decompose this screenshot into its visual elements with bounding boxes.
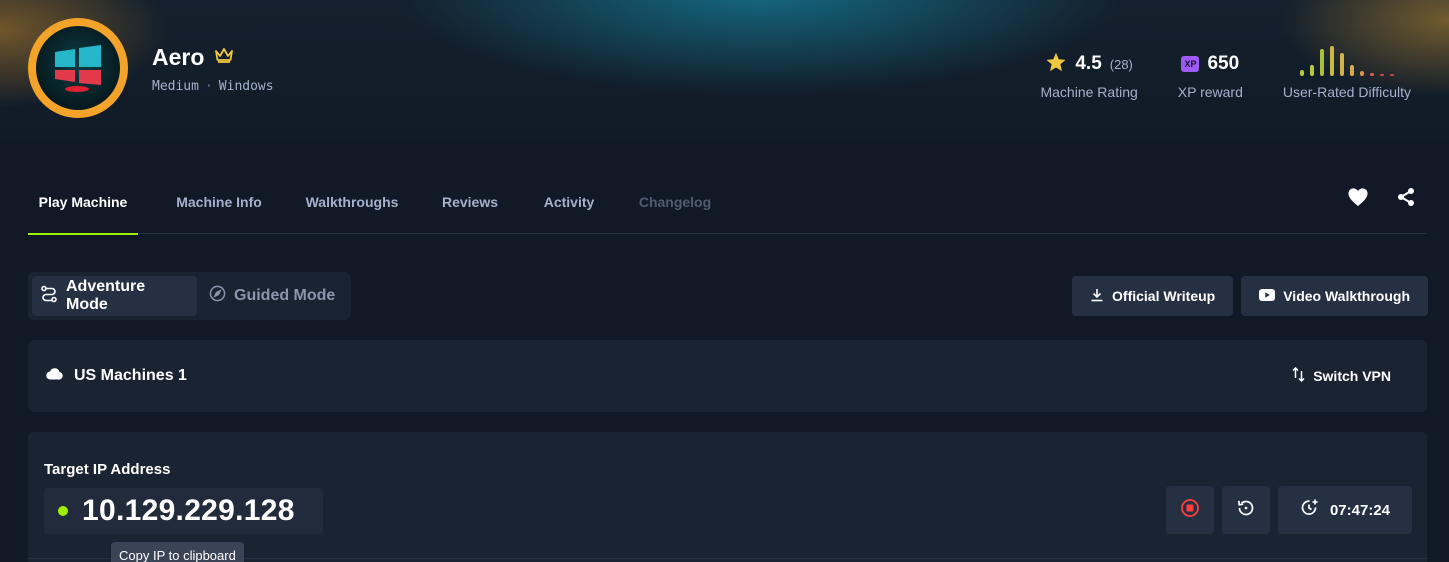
tab-changelog: Changelog: [638, 194, 712, 210]
rating-count: (28): [1109, 56, 1133, 72]
os-text: Windows: [218, 79, 274, 94]
star-icon: [1045, 52, 1067, 77]
tab-activity[interactable]: Activity: [534, 170, 604, 234]
favorite-heart-icon[interactable]: [1345, 184, 1371, 210]
switch-vpn-label: Switch VPN: [1313, 368, 1391, 384]
windows-logo-icon: [36, 26, 120, 110]
xp-icon: XP: [1181, 56, 1200, 72]
mode-switch: Adventure Mode Guided Mode: [28, 272, 351, 320]
crown-icon: [214, 47, 234, 68]
route-icon: [40, 285, 58, 308]
machine-rating-stat: 4.5 (28) Machine Rating: [1040, 52, 1138, 100]
tab-play-machine[interactable]: Play Machine: [28, 170, 138, 235]
target-ip-copy[interactable]: 10.129.229.128: [44, 488, 323, 534]
share-icon[interactable]: [1393, 184, 1419, 210]
adventure-mode-button[interactable]: Adventure Mode: [32, 276, 197, 316]
tab-reviews[interactable]: Reviews: [432, 170, 508, 234]
difficulty-bar: [1379, 74, 1384, 76]
reset-machine-button[interactable]: [1221, 486, 1270, 534]
difficulty-bar: [1339, 53, 1344, 76]
online-status-dot: [58, 506, 68, 516]
machine-meta: Medium · Windows: [152, 79, 274, 94]
vpn-card: US Machines 1 Switch VPN: [28, 340, 1427, 412]
difficulty-bar: [1309, 65, 1314, 76]
rating-label: Machine Rating: [1040, 84, 1138, 100]
extend-time-button[interactable]: 07:47:24: [1277, 486, 1412, 534]
target-ip-label: Target IP Address: [44, 461, 171, 478]
xp-label: XP reward: [1177, 84, 1243, 100]
machine-tabs: Play Machine Machine Info Walkthroughs R…: [28, 170, 1427, 235]
tab-walkthroughs[interactable]: Walkthroughs: [296, 170, 408, 234]
youtube-icon: [1259, 288, 1276, 304]
video-walkthrough-label: Video Walkthrough: [1283, 288, 1410, 304]
official-writeup-button[interactable]: Official Writeup: [1072, 276, 1234, 316]
difficulty-text: Medium: [152, 79, 199, 94]
copy-ip-tooltip: Copy IP to clipboard: [111, 542, 244, 562]
machine-title-block: Aero Medium · Windows: [152, 44, 274, 94]
official-writeup-label: Official Writeup: [1112, 288, 1216, 304]
difficulty-bar: [1349, 65, 1354, 76]
timer-plus-icon: [1300, 498, 1320, 522]
cloud-icon: [46, 367, 64, 385]
machine-avatar: [28, 18, 128, 118]
stop-icon: [1180, 498, 1200, 523]
reset-icon: [1236, 498, 1256, 523]
machine-stats: 4.5 (28) Machine Rating XP 650 XP reward…: [1040, 46, 1411, 100]
machine-name: Aero: [152, 44, 205, 70]
difficulty-bar: [1369, 73, 1374, 76]
compass-icon: [209, 285, 226, 307]
xp-reward-stat: XP 650 XP reward: [1178, 52, 1243, 100]
difficulty-bar: [1299, 70, 1304, 76]
difficulty-bar: [1329, 46, 1334, 76]
difficulty-bar: [1359, 71, 1364, 76]
guided-mode-button[interactable]: Guided Mode: [201, 276, 347, 316]
video-walkthrough-button[interactable]: Video Walkthrough: [1241, 276, 1428, 316]
difficulty-chart: [1299, 46, 1394, 76]
vpn-server-name: US Machines 1: [74, 367, 187, 384]
time-remaining: 07:47:24: [1329, 501, 1390, 519]
adventure-mode-label: Adventure Mode: [66, 278, 146, 313]
rating-value: 4.5: [1075, 53, 1102, 74]
swap-arrows-icon: [1292, 366, 1305, 385]
meta-separator: ·: [204, 79, 213, 94]
difficulty-label: User-Rated Difficulty: [1282, 84, 1411, 100]
writeup-actions: Official Writeup Video Walkthrough: [1072, 276, 1428, 316]
machine-controls: 07:47:24: [1165, 486, 1412, 534]
stop-machine-button[interactable]: [1165, 486, 1214, 534]
user-difficulty-stat[interactable]: User-Rated Difficulty: [1282, 46, 1411, 100]
xp-value: 650: [1207, 53, 1240, 74]
download-icon: [1090, 288, 1104, 305]
tab-machine-info[interactable]: Machine Info: [164, 170, 274, 234]
target-ip-address: 10.129.229.128: [82, 494, 295, 527]
guided-mode-label: Guided Mode: [234, 287, 336, 304]
difficulty-bar: [1389, 74, 1394, 76]
difficulty-bar: [1319, 49, 1324, 76]
switch-vpn-button[interactable]: Switch VPN: [1292, 366, 1391, 385]
